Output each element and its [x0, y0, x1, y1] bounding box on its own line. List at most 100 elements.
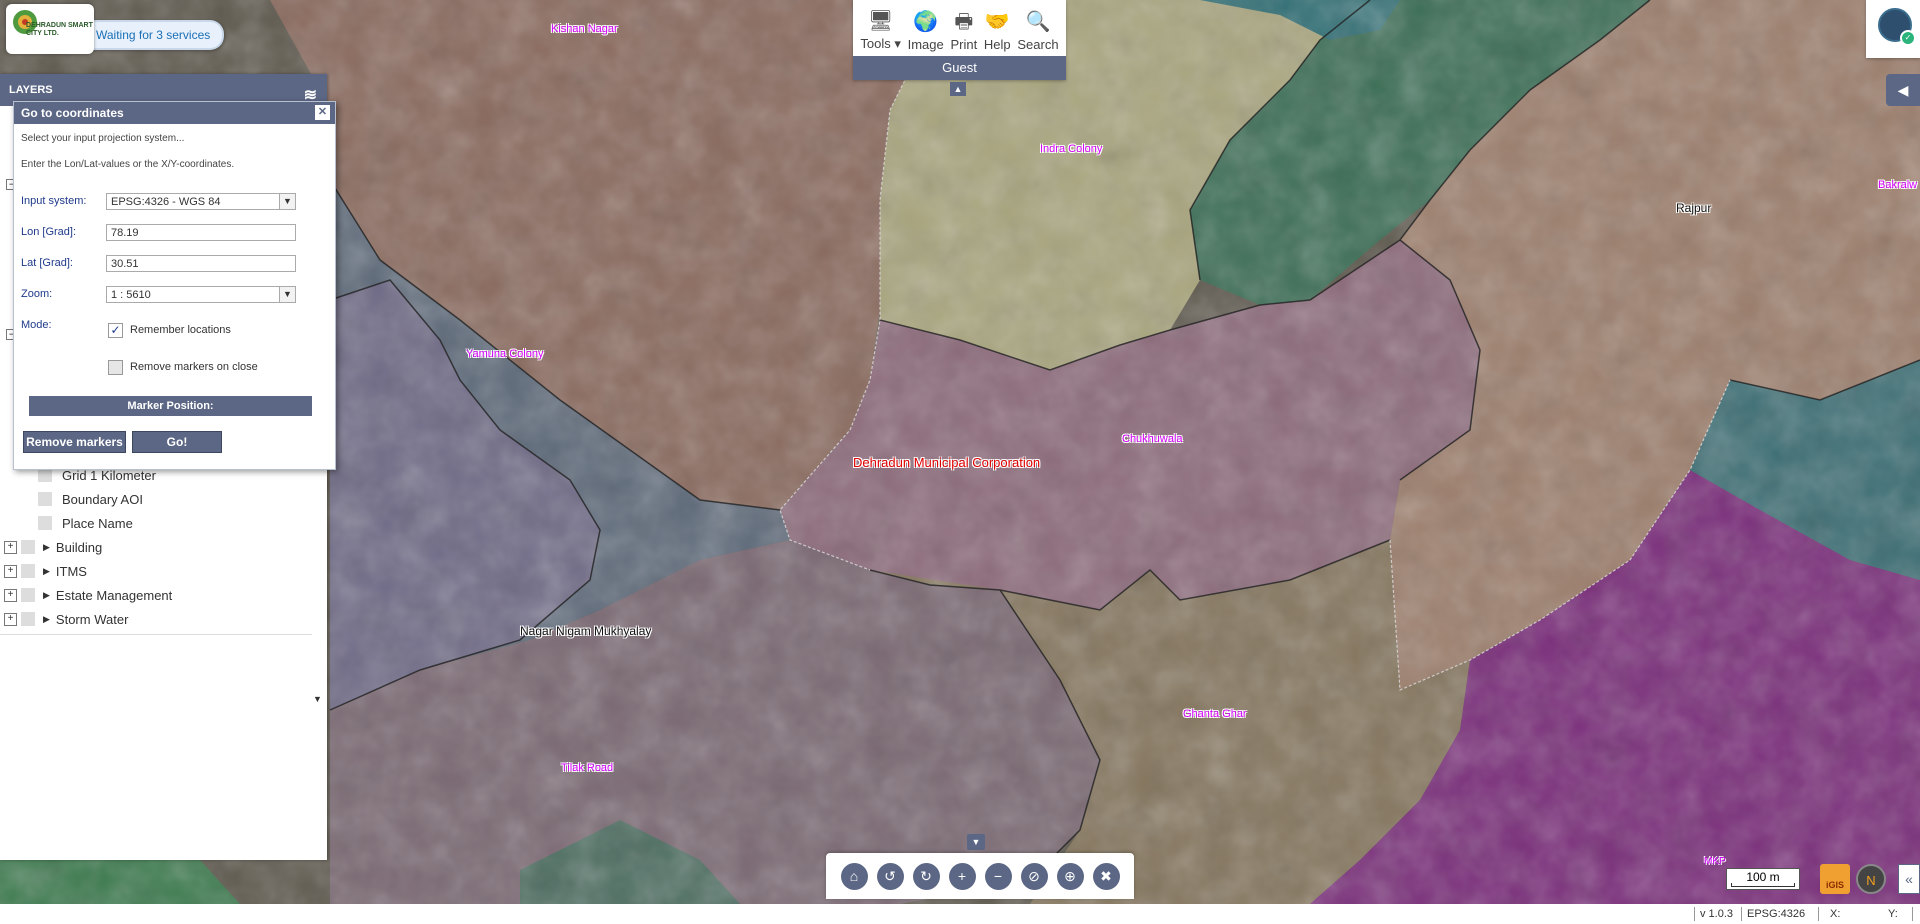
caret-right-icon[interactable]: ▶: [43, 590, 50, 601]
clear-button[interactable]: ✖: [1092, 862, 1120, 890]
layer-label: Estate Management: [55, 587, 173, 603]
user-menu-button[interactable]: ✓: [1866, 0, 1920, 58]
marker-position-header: Marker Position:: [29, 396, 312, 416]
place-label-mkp: MKP: [1704, 856, 1726, 867]
globe-icon: 🌍: [913, 11, 939, 33]
layers-panel-title: LAYERS: [9, 84, 53, 96]
projection-hint: Select your input projection system...: [21, 133, 185, 144]
layer-group-itms[interactable]: + ▶ ITMS: [0, 560, 87, 582]
layer-checkbox[interactable]: [38, 468, 52, 482]
lon-input[interactable]: 78.19: [106, 224, 296, 241]
hide-icon: ⊘: [1028, 867, 1040, 884]
undo-button[interactable]: ↺: [876, 862, 904, 890]
scale-bar: 100 m: [1726, 868, 1800, 890]
close-icon[interactable]: ✕: [315, 105, 330, 120]
go-button[interactable]: Go!: [132, 431, 222, 453]
handshake-icon: 🤝: [984, 11, 1010, 33]
layer-group-estate-management[interactable]: + ▶ Estate Management: [0, 584, 172, 606]
collapse-navigation-button[interactable]: ▼: [967, 834, 985, 850]
layer-label: Building: [55, 539, 103, 555]
layer-checkbox[interactable]: [21, 588, 35, 602]
place-label-dehradun-municipal-corporation: Dehradun Municipal Corporation: [853, 455, 1041, 470]
layer-item-boundary-aoi[interactable]: Boundary AOI: [38, 488, 143, 510]
help-label: Help: [983, 37, 1011, 52]
zoom-select[interactable]: 1 : 5610 ▼: [106, 286, 296, 303]
redo-button[interactable]: ↻: [912, 862, 940, 890]
user-name-bar: Guest: [853, 56, 1066, 80]
hide-button[interactable]: ⊘: [1020, 862, 1048, 890]
status-bar: v 1.0.3 EPSG:4326 X: Y:: [0, 904, 1920, 924]
y-coordinate-label: Y:: [1888, 908, 1898, 920]
zoom-in-button[interactable]: +: [948, 862, 976, 890]
redo-icon: ↻: [920, 867, 932, 884]
layer-checkbox[interactable]: [38, 492, 52, 506]
compass-icon[interactable]: N: [1856, 864, 1886, 894]
monitor-icon: 🖥: [867, 10, 894, 32]
scroll-down-icon[interactable]: ▼: [313, 694, 322, 704]
expand-icon[interactable]: +: [4, 540, 17, 554]
search-label: Search: [1017, 37, 1059, 52]
caret-right-icon[interactable]: ▶: [43, 614, 50, 625]
expand-icon[interactable]: +: [4, 588, 17, 602]
locate-button[interactable]: ⊕: [1056, 862, 1084, 890]
remove-markers-on-close-checkbox[interactable]: [108, 360, 123, 375]
place-label-kishan-nagar: Kishan Nagar: [551, 23, 618, 35]
layer-checkbox[interactable]: [38, 516, 52, 530]
layer-item-place-name[interactable]: Place Name: [38, 512, 133, 534]
place-label-nagar-nigam-mukhyalay: Nagar Nigam Mukhyalay: [520, 624, 652, 638]
layer-group-storm-water[interactable]: + ▶ Storm Water: [0, 608, 128, 630]
collapse-toolbar-button[interactable]: ▲: [950, 82, 966, 96]
remove-markers-button[interactable]: Remove markers: [23, 431, 126, 453]
chevron-down-icon[interactable]: ▼: [279, 194, 295, 209]
expand-right-panel-button[interactable]: «: [1898, 864, 1920, 894]
map-navigation-bar: ⌂ ↺ ↻ + − ⊘ ⊕ ✖: [826, 853, 1134, 899]
image-button[interactable]: 🌍 Image: [908, 0, 944, 56]
city-logo: DEHRADUN SMART CITY LTD.: [6, 4, 94, 54]
zoom-out-button[interactable]: −: [984, 862, 1012, 890]
input-system-value: EPSG:4326 - WGS 84: [111, 196, 221, 208]
chevron-down-icon[interactable]: ▼: [279, 287, 295, 302]
open-right-panel-button[interactable]: ◀: [1886, 74, 1920, 106]
tools-label: Tools: [860, 36, 891, 51]
image-label: Image: [907, 37, 944, 52]
place-label-yamuna-colony: Yamuna Colony: [466, 348, 544, 360]
mode-label: Mode:: [21, 319, 52, 331]
projection-text: EPSG:4326: [1747, 908, 1806, 920]
layer-checkbox[interactable]: [21, 540, 35, 554]
layer-checkbox[interactable]: [21, 612, 35, 626]
layer-label: Boundary AOI: [62, 491, 143, 507]
lon-label: Lon [Grad]:: [21, 226, 77, 238]
search-button[interactable]: 🔍 Search: [1017, 0, 1058, 56]
locate-icon: ⊕: [1064, 867, 1076, 884]
caret-right-icon[interactable]: ▶: [43, 566, 50, 577]
chevron-up-icon: ▲: [953, 84, 963, 94]
print-button[interactable]: 🖶 Print: [950, 0, 977, 56]
remember-locations-checkbox[interactable]: ✓: [108, 323, 123, 338]
online-check-icon: ✓: [1900, 30, 1916, 46]
divider: [1741, 907, 1742, 921]
input-system-select[interactable]: EPSG:4326 - WGS 84 ▼: [106, 193, 296, 210]
checkmark-icon: ✓: [110, 323, 121, 337]
help-button[interactable]: 🤝 Help: [984, 0, 1011, 56]
undo-icon: ↺: [884, 867, 896, 884]
divider: [1818, 907, 1819, 921]
layer-group-building[interactable]: + ▶ Building: [0, 536, 102, 558]
layer-checkbox[interactable]: [21, 564, 35, 578]
main-toolbar: 🖥 Tools ▾ 🌍 Image 🖶 Print 🤝 Help 🔍 Searc…: [853, 0, 1066, 80]
input-system-label: Input system:: [21, 195, 87, 207]
lat-input[interactable]: 30.51: [106, 255, 296, 272]
tools-button[interactable]: 🖥 Tools ▾: [860, 0, 901, 56]
place-label-chukhuwala: Chukhuwala: [1122, 433, 1183, 445]
layer-label: Storm Water: [55, 611, 129, 627]
expand-icon[interactable]: +: [4, 612, 17, 626]
layer-label: Place Name: [62, 515, 133, 531]
igis-logo[interactable]: iGIS: [1820, 864, 1850, 894]
home-button[interactable]: ⌂: [840, 862, 868, 890]
place-label-tilak-road: Tilak Road: [561, 762, 614, 774]
expand-icon[interactable]: +: [4, 564, 17, 578]
chevron-down-icon: ▾: [894, 36, 901, 51]
caret-right-icon[interactable]: ▶: [43, 542, 50, 553]
print-label: Print: [950, 37, 978, 52]
service-status-pill: Waiting for 3 services: [86, 20, 225, 50]
place-label-ghanta-ghar: Ghanta Ghar: [1183, 708, 1247, 720]
